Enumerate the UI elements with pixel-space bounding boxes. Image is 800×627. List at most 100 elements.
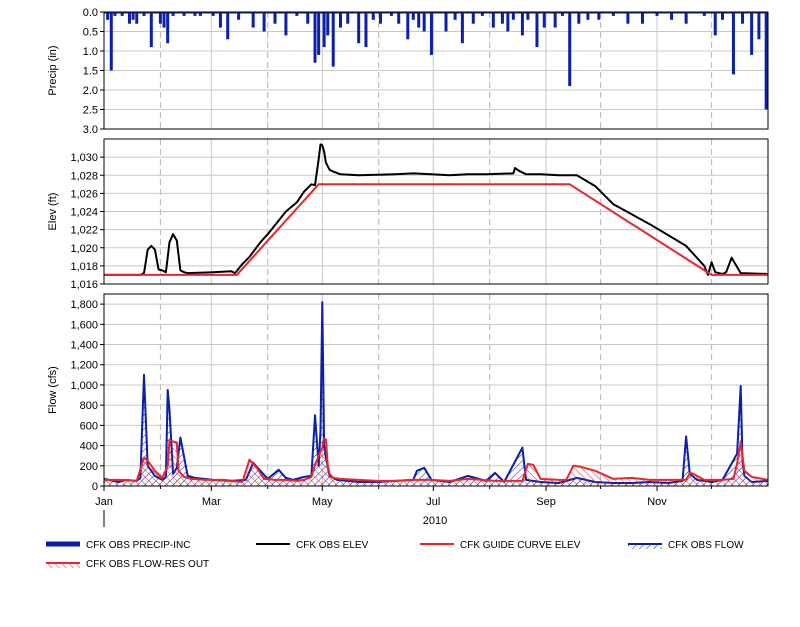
y-tick-label: 1,018 (70, 261, 98, 273)
precip-bar (491, 12, 495, 28)
y-tick-label: 3.0 (83, 124, 98, 136)
precip-bar (750, 12, 754, 55)
y-tick-label: 1,200 (70, 360, 98, 372)
legend-label: CFK OBS FLOW-RES OUT (86, 559, 209, 570)
legend-label: CFK GUIDE CURVE ELEV (460, 540, 581, 551)
precip-bar (640, 12, 644, 24)
y-axis-label: Flow (cfs) (47, 366, 59, 414)
y-tick-label: 1,022 (70, 225, 98, 237)
legend-item: CFK GUIDE CURVE ELEV (420, 540, 581, 551)
precip-bar (166, 12, 170, 44)
precip-bar (364, 12, 368, 48)
precip-bar (109, 12, 113, 71)
y-tick-label: 1,000 (70, 380, 98, 392)
y-tick-label: 2.5 (83, 105, 98, 117)
precip-bar (429, 12, 433, 55)
legend-item: CFK OBS ELEV (256, 540, 369, 551)
legend-item: CFK OBS FLOW-RES OUT (46, 559, 209, 570)
precip-bar (444, 12, 448, 32)
obs-elev-line (104, 143, 769, 276)
y-tick-label: 1,024 (70, 207, 98, 219)
precip-bar (251, 12, 255, 28)
y-tick-label: 1,026 (70, 188, 98, 200)
precip-bar (331, 12, 335, 67)
y-tick-label: 0.5 (83, 27, 98, 39)
precip-bar (764, 12, 768, 110)
precip-bar (306, 12, 310, 24)
precip-bar (422, 12, 426, 32)
plot-frame (103, 293, 769, 487)
precip-bar (397, 12, 401, 24)
y-tick-label: 1,016 (70, 279, 98, 291)
precip-bar (346, 12, 350, 24)
y-tick-label: 1,400 (70, 340, 98, 352)
chart-canvas: 0.00.51.01.52.02.53.0Precip (in) 1,0161,… (46, 7, 769, 570)
precip-bar (158, 12, 162, 24)
y-axis-label: Precip (in) (47, 45, 59, 95)
precip-bar (162, 12, 166, 28)
y-tick-label: 1,800 (70, 299, 98, 311)
precip-bar (226, 12, 230, 40)
legend-label: CFK OBS PRECIP-INC (86, 540, 190, 551)
precip-bar (357, 12, 361, 44)
precip-panel: 0.0 0.5 1.0 1.5 2.0 2.5 3.0 Precip (in) (47, 7, 769, 136)
legend-item: CFK OBS FLOW (628, 540, 744, 551)
y-tick-label: 1,600 (70, 319, 98, 331)
precip-bar (460, 12, 464, 44)
precip-bar (417, 12, 421, 28)
precip-bar (262, 12, 266, 32)
x-tick-label: Jul (426, 496, 440, 508)
precip-bar (313, 12, 317, 63)
precip-bar (218, 12, 222, 28)
y-tick-label: 1.0 (83, 46, 98, 58)
y-axis-label: Elev (ft) (47, 193, 59, 231)
precip-bar (326, 12, 330, 36)
y-tick-label: 1,030 (70, 152, 98, 164)
precip-bar (149, 12, 153, 48)
y-tick-label: 0.0 (83, 7, 98, 19)
x-year-label: 2010 (423, 515, 447, 527)
precip-bar (127, 12, 131, 24)
precip-bar (273, 12, 277, 24)
legend-label: CFK OBS ELEV (296, 540, 369, 551)
obs-flow-area (104, 302, 768, 486)
y-tick-label: 200 (80, 461, 98, 473)
y-tick-label: 0 (92, 481, 98, 493)
precip-bar (338, 12, 342, 28)
precip-bar (500, 12, 504, 24)
precip-bar (731, 12, 735, 75)
precip-bar (317, 12, 321, 55)
y-tick-label: 600 (80, 420, 98, 432)
x-tick-label: Nov (647, 496, 667, 508)
y-tick-label: 1,020 (70, 243, 98, 255)
flow-panel: 0 200 400 600 800 1,000 1,200 1,400 1,600 1,800 Fl… (47, 293, 769, 493)
precip-bar (757, 12, 761, 40)
precip-bar (520, 12, 524, 36)
y-tick-label: 400 (80, 441, 98, 453)
precip-bar (542, 12, 546, 28)
flow-res-out-line (104, 437, 769, 483)
x-tick-label: Sep (536, 496, 556, 508)
legend-item: CFK OBS PRECIP-INC (46, 540, 190, 551)
y-tick-label: 800 (80, 400, 98, 412)
obs-flow-line (103, 301, 769, 484)
x-axis: Jan Mar May Jul Sep Nov 2010 (95, 486, 713, 527)
x-tick-label: Jan (95, 496, 113, 508)
precip-bar (577, 12, 581, 24)
precip-bar (406, 12, 410, 40)
precip-bar (135, 12, 139, 24)
precip-bar (626, 12, 630, 24)
legend-label: CFK OBS FLOW (668, 540, 744, 551)
precip-bar (506, 12, 510, 32)
elev-panel: 1,016 1,018 1,020 1,022 1,024 1,026 1,028 1,030… (47, 138, 769, 291)
precip-bar (535, 12, 539, 48)
precip-bar (284, 12, 288, 36)
precip-bar (379, 12, 383, 24)
precip-bar (471, 12, 475, 24)
x-tick-label: May (312, 496, 333, 508)
x-tick-label: Mar (202, 496, 221, 508)
legend: CFK OBS PRECIP-INC CFK OBS ELEV CFK GUIDE … (46, 540, 744, 570)
precip-bar (568, 12, 572, 87)
precip-bar (322, 12, 326, 48)
y-tick-label: 1,028 (70, 170, 98, 182)
